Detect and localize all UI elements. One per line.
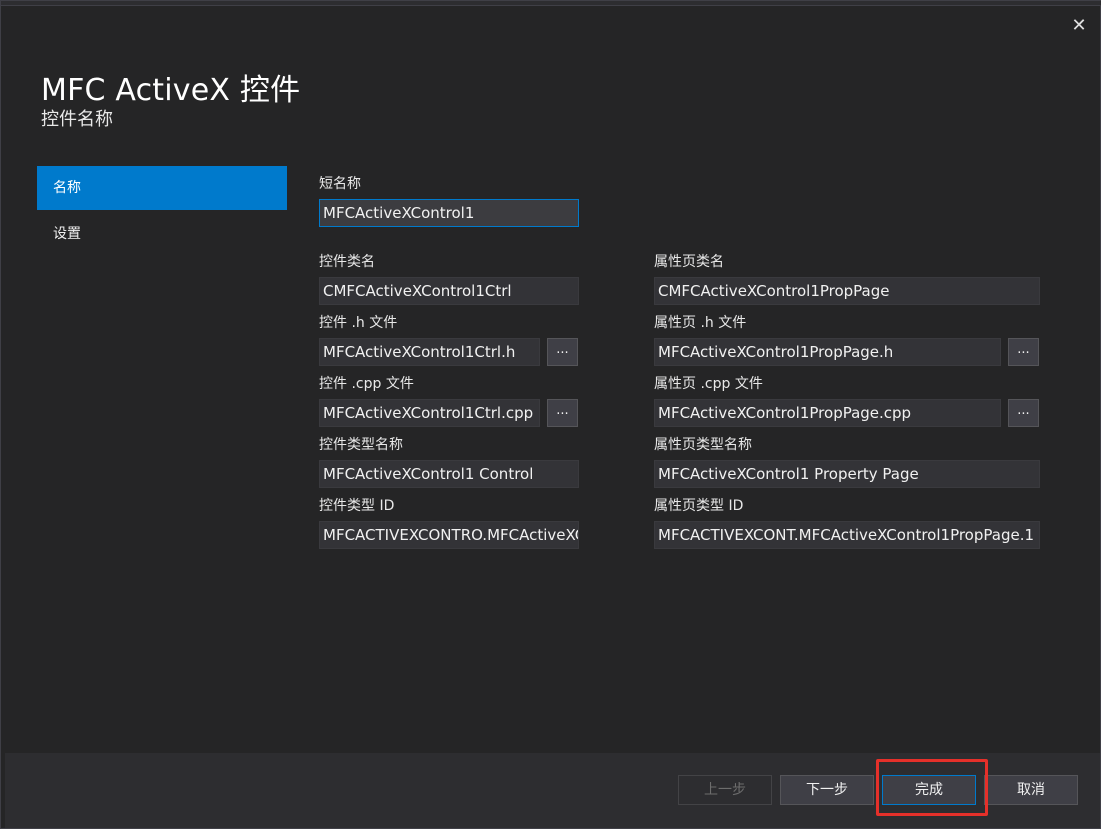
previous-button[interactable]: 上一步 [678,775,772,805]
proppage-h-label: 属性页 .h 文件 [654,315,747,331]
dialog-window: ✕ MFC ActiveX 控件 控件名称 名称 设置 短名称 MFCActiv… [0,0,1101,829]
proppage-h-input[interactable]: MFCActiveXControl1PropPage.h [654,338,1001,366]
proppage-type-id-input[interactable]: MFCACTIVEXCONT.MFCActiveXControl1PropPag… [654,521,1040,549]
control-h-browse-button[interactable]: ... [547,338,578,366]
short-name-input[interactable]: MFCActiveXControl1 [319,199,579,227]
control-type-id-label: 控件类型 ID [319,498,395,514]
proppage-cpp-label: 属性页 .cpp 文件 [654,376,763,392]
control-h-input[interactable]: MFCActiveXControl1Ctrl.h [319,338,540,366]
control-h-label: 控件 .h 文件 [319,315,398,331]
sidebar-item-name[interactable]: 名称 [37,166,287,210]
close-icon[interactable]: ✕ [1068,15,1090,37]
short-name-label: 短名称 [319,176,361,192]
proppage-class-label: 属性页类名 [654,254,724,270]
control-cpp-browse-button[interactable]: ... [547,399,578,427]
page-title: MFC ActiveX 控件 [41,73,301,108]
control-cpp-label: 控件 .cpp 文件 [319,376,414,392]
sidebar-nav: 名称 设置 [37,166,287,258]
control-type-name-label: 控件类型名称 [319,437,403,453]
control-class-label: 控件类名 [319,254,375,270]
proppage-type-name-input[interactable]: MFCActiveXControl1 Property Page [654,460,1040,488]
window-top-border [1,1,1101,6]
proppage-cpp-input[interactable]: MFCActiveXControl1PropPage.cpp [654,399,1001,427]
control-type-id-input[interactable]: MFCACTIVEXCONTRO.MFCActiveXControl1Ctrl.… [319,521,579,549]
page-subtitle: 控件名称 [41,109,113,130]
control-class-input[interactable]: CMFCActiveXControl1Ctrl [319,277,579,305]
proppage-class-input[interactable]: CMFCActiveXControl1PropPage [654,277,1040,305]
control-type-name-input[interactable]: MFCActiveXControl1 Control [319,460,579,488]
sidebar-item-settings[interactable]: 设置 [37,212,287,256]
next-button[interactable]: 下一步 [780,775,874,805]
control-cpp-input[interactable]: MFCActiveXControl1Ctrl.cpp [319,399,540,427]
finish-button[interactable]: 完成 [882,775,976,805]
proppage-cpp-browse-button[interactable]: ... [1008,399,1039,427]
cancel-button[interactable]: 取消 [984,775,1078,805]
proppage-type-id-label: 属性页类型 ID [654,498,744,514]
proppage-type-name-label: 属性页类型名称 [654,437,752,453]
proppage-h-browse-button[interactable]: ... [1008,338,1039,366]
